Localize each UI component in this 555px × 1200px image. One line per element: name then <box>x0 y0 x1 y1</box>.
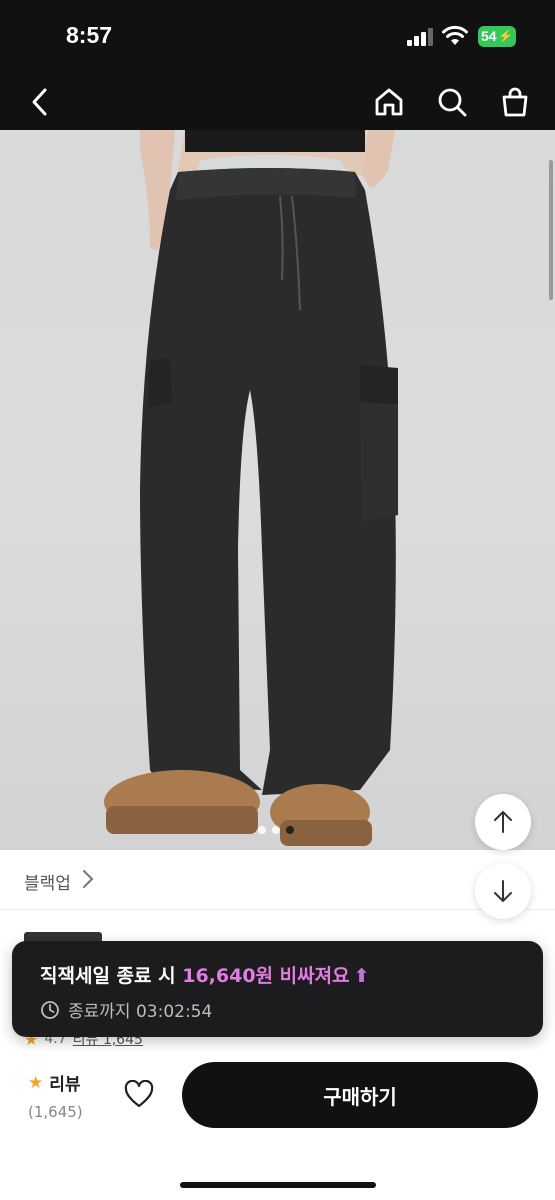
scroll-bottom-button[interactable] <box>475 863 531 919</box>
home-icon <box>375 88 403 116</box>
heart-icon <box>124 1080 154 1108</box>
scroll-indicator <box>549 160 553 300</box>
sale-timer: 종료까지 03:02:54 <box>68 1002 213 1022</box>
arrow-up-icon <box>494 811 512 833</box>
sale-title: 직잭세일 종료 시 16,640원 비싸져요 ⬆ <box>40 961 369 988</box>
chevron-right-icon <box>83 870 94 888</box>
status-bar: 8:57 54 ⚡ <box>0 0 555 72</box>
arrow-down-icon <box>494 880 512 902</box>
battery-level: 54 <box>481 28 497 44</box>
carousel-dot[interactable] <box>258 826 266 834</box>
back-button[interactable] <box>18 80 62 124</box>
navigation-bar <box>0 72 555 130</box>
brand-name: 블랙업 <box>24 874 71 894</box>
chevron-left-icon <box>32 88 47 116</box>
battery-indicator: 54 ⚡ <box>478 26 516 47</box>
scroll-top-button[interactable] <box>475 794 531 850</box>
cart-button[interactable] <box>493 80 537 124</box>
carousel-dots <box>258 826 294 834</box>
product-photo <box>104 130 398 846</box>
shopping-bag-icon <box>502 87 528 117</box>
review-count: (1,645) <box>28 1103 83 1121</box>
wifi-icon <box>442 25 468 45</box>
sale-price-increase: 16,640원 비싸져요 <box>182 965 350 987</box>
search-button[interactable] <box>430 80 474 124</box>
buy-button[interactable]: 구매하기 <box>182 1062 538 1128</box>
bottom-action-bar: ★ 리뷰 (1,645) 구매하기 <box>0 1050 555 1200</box>
home-indicator <box>180 1182 376 1188</box>
product-detail-page: 8:57 54 ⚡ 블랙업 ★ 4.7 리뷰 1,645 직잭세일 종료 시 1… <box>0 0 555 1200</box>
review-summary[interactable]: ★ 리뷰 (1,645) <box>28 1070 98 1122</box>
product-image-carousel[interactable] <box>0 130 555 850</box>
star-icon: ★ <box>28 1072 44 1093</box>
status-time: 8:57 <box>66 22 113 48</box>
brand-row[interactable]: 블랙업 <box>0 850 555 910</box>
review-label: 리뷰 <box>49 1075 81 1095</box>
carousel-dot-active[interactable] <box>286 826 294 834</box>
sale-title-prefix: 직잭세일 종료 시 <box>40 965 183 987</box>
home-button[interactable] <box>367 80 411 124</box>
sale-timer-row: 종료까지 03:02:54 <box>40 997 212 1022</box>
clock-icon <box>41 1000 59 1019</box>
cellular-signal-icon <box>407 28 433 46</box>
sale-countdown-toast[interactable]: 직잭세일 종료 시 16,640원 비싸져요 ⬆ 종료까지 03:02:54 <box>12 941 543 1037</box>
carousel-dot[interactable] <box>272 826 280 834</box>
review-header: ★ 리뷰 <box>28 1070 98 1096</box>
charging-bolt-icon: ⚡ <box>498 29 513 43</box>
arrow-up-icon: ⬆ <box>353 965 370 987</box>
wishlist-button[interactable] <box>121 1076 157 1112</box>
search-icon <box>438 88 467 117</box>
